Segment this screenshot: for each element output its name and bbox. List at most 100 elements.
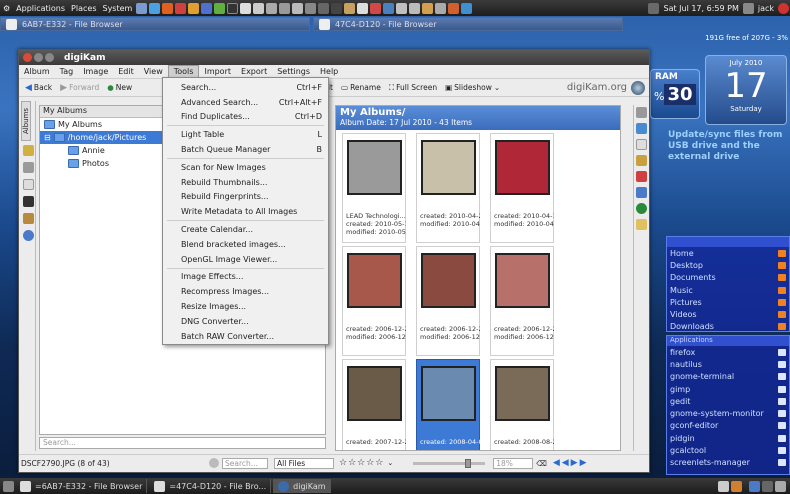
screenshot-icon[interactable] <box>331 2 343 14</box>
mail-icon[interactable] <box>188 2 200 14</box>
tools-item-scan-for-new-images[interactable]: Scan for New Images <box>163 160 328 175</box>
app2-icon[interactable] <box>318 2 330 14</box>
menu-edit[interactable]: Edit <box>113 66 139 77</box>
calendar-icon[interactable] <box>22 162 34 173</box>
place-downloads[interactable]: Downloads <box>667 321 789 333</box>
place-documents[interactable]: Documents <box>667 272 789 284</box>
thumbnail-9[interactable]: created: 2008-08-2... <box>490 359 554 450</box>
chevron-down-icon[interactable]: ⌄ <box>387 459 393 467</box>
menu-import[interactable]: Import <box>199 66 236 77</box>
network-icon[interactable] <box>461 2 473 14</box>
zoom-slider-handle[interactable] <box>465 458 472 468</box>
clipboard-icon[interactable] <box>370 2 382 14</box>
show-desktop-icon[interactable] <box>3 480 14 492</box>
app-gcalctool[interactable]: gcalctool <box>667 444 789 456</box>
files-icon[interactable] <box>266 2 278 14</box>
geolocation-icon[interactable] <box>635 187 647 198</box>
timeline-icon[interactable] <box>22 179 34 190</box>
tools-item-resize-images[interactable]: Resize Images... <box>163 299 328 314</box>
mime-filter-select[interactable]: All Files <box>274 457 334 469</box>
app-gimp[interactable]: gimp <box>667 383 789 395</box>
maximize-icon[interactable] <box>45 53 54 62</box>
place-desktop[interactable]: Desktop <box>667 259 789 271</box>
forward-button[interactable]: ▶ Forward <box>56 83 103 93</box>
editor-icon[interactable] <box>240 2 252 14</box>
tools-item-opengl-image-viewer[interactable]: OpenGL Image Viewer... <box>163 252 328 267</box>
trash-icon[interactable] <box>775 480 786 492</box>
text-icon[interactable] <box>253 2 265 14</box>
launcher-icon[interactable] <box>214 2 226 14</box>
nav-last-icon[interactable]: ▶ <box>580 458 587 468</box>
menu-help[interactable]: Help <box>315 66 343 77</box>
rating-filter[interactable]: ☆☆☆☆☆ <box>339 458 384 468</box>
clear-icon[interactable]: ⌫ <box>536 459 547 468</box>
new-button[interactable]: ● New <box>103 83 136 92</box>
nav-prev-icon[interactable]: ◀ <box>562 458 569 468</box>
terminal-icon[interactable] <box>227 2 239 14</box>
tool-icon[interactable] <box>279 2 291 14</box>
task-47c4[interactable]: =47C4-D120 - File Bro... <box>149 479 272 493</box>
menu-export[interactable]: Export <box>236 66 272 77</box>
app-nautilus[interactable]: nautilus <box>667 358 789 370</box>
tools-item-find-duplicates[interactable]: Find Duplicates... Ctrl+D <box>163 110 328 125</box>
versions-icon[interactable] <box>635 203 647 214</box>
thumbnail-8[interactable]: created: 2008-04-0... <box>416 359 480 450</box>
place-pictures[interactable]: Pictures <box>667 296 789 308</box>
slideshow-button[interactable]: ▣ Slideshow ⌄ <box>441 83 504 92</box>
help-icon[interactable] <box>149 2 161 14</box>
menu-image[interactable]: Image <box>78 66 113 77</box>
paint-icon[interactable] <box>448 2 460 14</box>
menu-settings[interactable]: Settings <box>272 66 315 77</box>
app-gconf-editor[interactable]: gconf-editor <box>667 420 789 432</box>
album-search-input[interactable]: Search... <box>39 437 326 449</box>
window-tab-6ab7[interactable]: 6AB7-E332 - File Browser <box>0 17 310 31</box>
tools-item-write-metadata-to-all-images[interactable]: Write Metadata to All Images <box>163 204 328 219</box>
zoom-slider[interactable] <box>413 458 486 468</box>
clock[interactable]: Sat Jul 17, 6:59 PM <box>660 4 741 13</box>
map-icon[interactable] <box>635 171 647 182</box>
power-icon[interactable] <box>778 2 789 14</box>
thumbnail-2[interactable]: created: 2010-04-2...modified: 2010-04-.… <box>416 133 480 243</box>
thumbnail-4[interactable]: created: 2006-12-2...modified: 2006-12-.… <box>342 246 406 356</box>
firefox-icon[interactable] <box>162 2 174 14</box>
binoculars-icon[interactable] <box>22 196 34 207</box>
gnome-foot-icon[interactable]: ⚙ <box>0 4 13 13</box>
filters-icon[interactable] <box>635 219 647 230</box>
tags-icon[interactable] <box>22 145 34 156</box>
back-button[interactable]: ◀ Back <box>21 83 56 93</box>
box-icon[interactable] <box>422 2 434 14</box>
app-icon[interactable] <box>305 2 317 14</box>
task-digikam[interactable]: digiKam <box>273 479 331 493</box>
notes-icon[interactable] <box>292 2 304 14</box>
menu-tag[interactable]: Tag <box>55 66 79 77</box>
menu-view[interactable]: View <box>139 66 168 77</box>
shield-icon[interactable] <box>409 2 421 14</box>
tools-item-recompress-images[interactable]: Recompress Images... <box>163 284 328 299</box>
metadata-icon[interactable] <box>635 123 647 134</box>
tools-item-search[interactable]: Search... Ctrl+F <box>163 80 328 95</box>
workspace-1[interactable] <box>749 480 760 492</box>
nav-next-icon[interactable]: ▶ <box>571 458 578 468</box>
nav-first-icon[interactable]: ◀ <box>553 458 560 468</box>
status-search-input[interactable]: Search... <box>222 457 268 469</box>
tools-item-light-table[interactable]: Light Table L <box>163 127 328 142</box>
browser-icon[interactable] <box>175 2 187 14</box>
tools-item-blend-bracketed-images[interactable]: Blend bracketed images... <box>163 237 328 252</box>
fullscreen-button[interactable]: ⛶ Full Screen <box>385 83 441 93</box>
place-music[interactable]: Music <box>667 284 789 296</box>
app-pidgin[interactable]: pidgin <box>667 432 789 444</box>
place-videos[interactable]: Videos <box>667 308 789 320</box>
rename-button[interactable]: ▭ Rename <box>337 83 385 92</box>
minimize-icon[interactable] <box>34 53 43 62</box>
tools-item-batch-raw-converter[interactable]: Batch RAW Converter... <box>163 329 328 344</box>
menu-applications[interactable]: Applications <box>13 4 68 13</box>
task-6ab7[interactable]: =6AB7-E332 - File Browser <box>15 479 148 493</box>
user-name[interactable]: jack <box>755 4 777 13</box>
app-gnome-terminal[interactable]: gnome-terminal <box>667 371 789 383</box>
tools-item-dng-converter[interactable]: DNG Converter... <box>163 314 328 329</box>
tools-item-rebuild-fingerprints[interactable]: Rebuild Fingerprints... <box>163 190 328 205</box>
menu-album[interactable]: Album <box>19 66 55 77</box>
tray-folder-icon[interactable] <box>731 480 742 492</box>
messenger-icon[interactable] <box>201 2 213 14</box>
colors-icon[interactable] <box>635 139 647 150</box>
